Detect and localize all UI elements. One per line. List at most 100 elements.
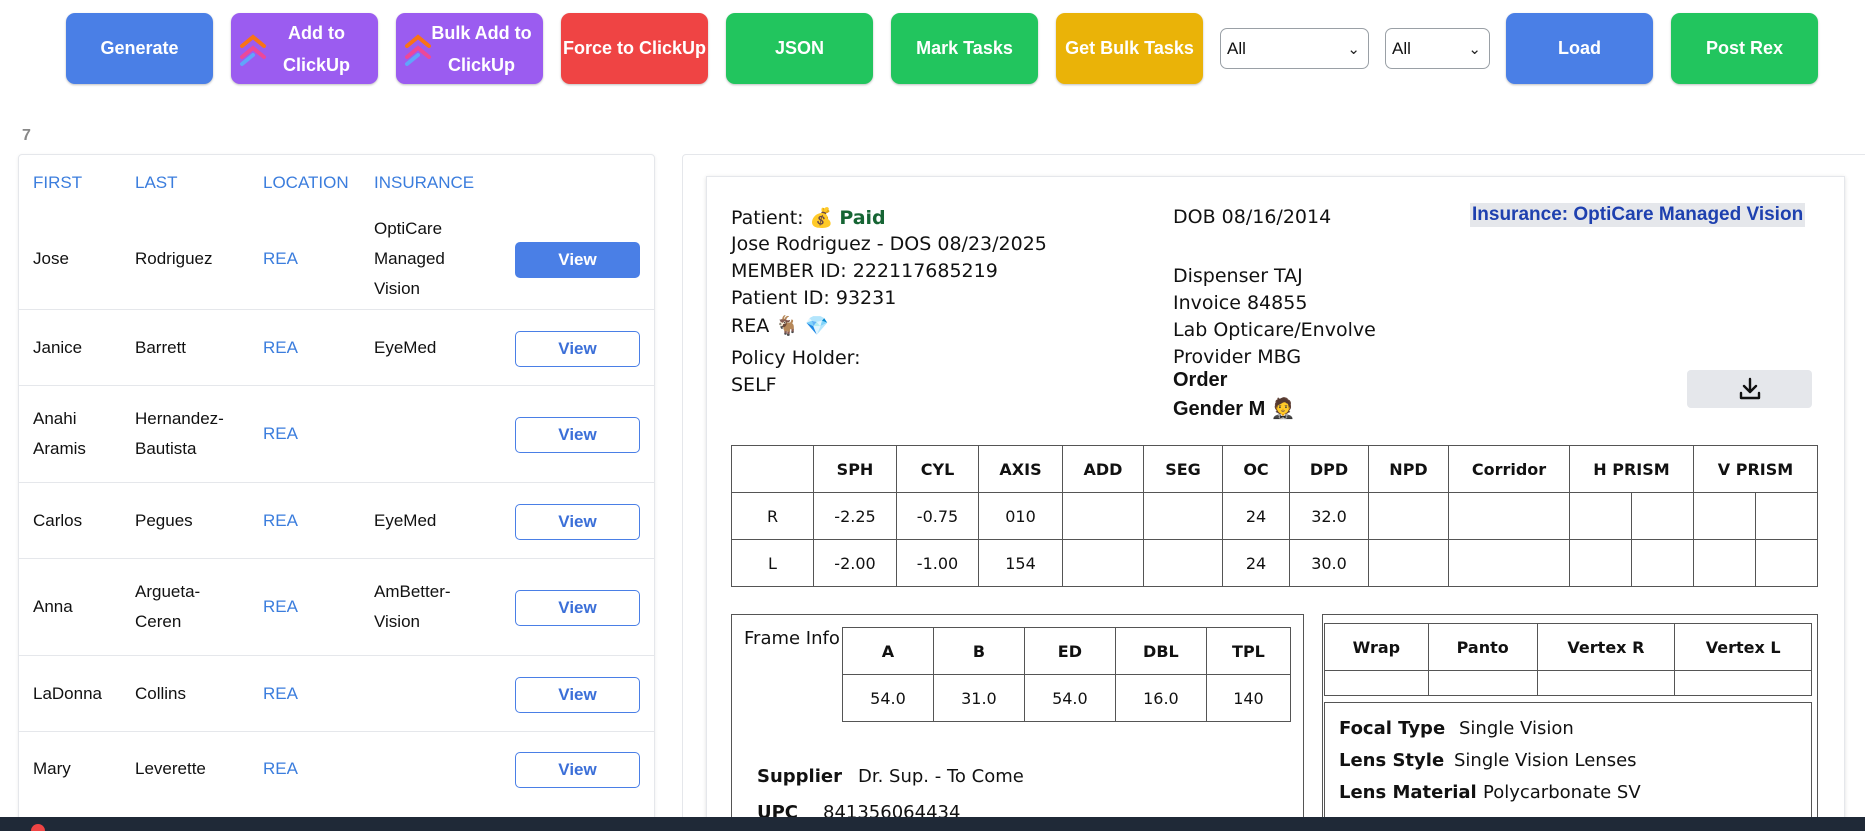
rx-header-cyl: CYL [896, 445, 979, 493]
dispenser: Dispenser TAJ [1173, 265, 1303, 287]
view-button[interactable]: View [515, 752, 640, 788]
first-name: Carlos [33, 511, 83, 530]
generate-button[interactable]: Generate [66, 13, 213, 84]
lens-style: Single Vision Lenses [1454, 750, 1637, 771]
last-name: Rodriguez [135, 249, 213, 268]
rx-h-prism-2 [1631, 539, 1694, 587]
table-row[interactable]: LaDonna Collins REA View [19, 656, 654, 732]
rx-header-dpd: DPD [1289, 445, 1369, 493]
vertex-r-value [1536, 670, 1676, 696]
location: REA [263, 424, 298, 443]
first-name: Anna [33, 597, 73, 616]
rx-row-left: L -2.00 -1.00 154 24 30.0 [731, 539, 1818, 587]
view-button[interactable]: View [515, 677, 640, 713]
wrap-table: Wrap Panto Vertex R Vertex L [1324, 623, 1812, 696]
force-to-clickup-button[interactable]: Force to ClickUp [561, 13, 708, 84]
get-bulk-tasks-button[interactable]: Get Bulk Tasks [1056, 13, 1203, 84]
filter-select-1[interactable]: All ⌄ [1220, 28, 1369, 69]
first-name: Mary [33, 759, 71, 778]
rx-npd [1368, 539, 1449, 587]
gender: Gender M 🤵 [1173, 398, 1296, 420]
filter-select-1-value: All [1227, 38, 1246, 58]
rx-corridor [1448, 492, 1570, 540]
rx-dpd: 30.0 [1289, 539, 1369, 587]
load-button[interactable]: Load [1506, 13, 1653, 84]
frame-a: 54.0 [842, 674, 934, 722]
view-button[interactable]: View [515, 331, 640, 367]
table-row[interactable]: Anahi Aramis Hernandez- Bautista REA Vie… [19, 386, 654, 483]
insurance: EyeMed [374, 511, 437, 530]
last-name: Leverette [135, 759, 206, 778]
rx-h-prism-1 [1569, 539, 1632, 587]
header-insurance: INSURANCE [374, 173, 475, 192]
insurance-label: Insurance: OptiCare Managed Vision [1470, 203, 1806, 227]
taskbar-app-icon[interactable] [31, 824, 45, 831]
rx-header-row: SPH CYL AXIS ADD SEG OC DPD NPD Corridor… [731, 445, 1818, 493]
rx-eye: R [731, 492, 814, 540]
download-button[interactable] [1687, 370, 1812, 408]
header-location: LOCATION [263, 173, 349, 192]
frame-b: 31.0 [932, 674, 1025, 722]
focal-type: Single Vision [1459, 718, 1574, 739]
toolbar: Generate Add to ClickUp Bulk Add to Clic… [0, 0, 1865, 100]
insurance-line2: Vision [374, 612, 420, 631]
bulk-add-to-clickup-button[interactable]: Bulk Add to ClickUp [396, 13, 543, 84]
location: REA [263, 684, 298, 703]
insurance-line1: AmBetter- [374, 582, 451, 601]
last-name: Collins [135, 684, 187, 703]
record-count: 7 [22, 127, 31, 144]
rx-header-seg: SEG [1143, 445, 1223, 493]
rx-header-axis: AXIS [978, 445, 1063, 493]
wrap-header: Wrap [1324, 623, 1429, 671]
chevron-down-icon: ⌄ [1468, 40, 1481, 58]
clickup-logo-icon [405, 34, 431, 66]
policy-holder-label: Policy Holder: [731, 347, 861, 369]
rx-v-prism-1 [1693, 492, 1756, 540]
frame-table: A B ED DBL TPL 54.0 31.0 54.0 16.0 140 [842, 627, 1292, 722]
last-name-line1: Hernandez- [135, 409, 224, 428]
last-name-line2: Ceren [135, 612, 182, 631]
rx-sph: -2.25 [813, 492, 897, 540]
table-row[interactable]: Anna Argueta- Ceren REA AmBetter- Vision… [19, 559, 654, 656]
filter-select-2-value: All [1392, 38, 1411, 58]
vertex-r-header: Vertex R [1536, 623, 1676, 671]
frame-dbl: 16.0 [1114, 674, 1207, 722]
patient-name-dos: Jose Rodriguez - DOS 08/23/2025 [731, 233, 1047, 255]
invoice: Invoice 84855 [1173, 292, 1308, 314]
rx-corridor [1448, 539, 1570, 587]
rx-v-prism-1 [1693, 539, 1756, 587]
rx-add [1062, 539, 1144, 587]
location: REA [263, 511, 298, 530]
filter-select-2[interactable]: All ⌄ [1385, 28, 1490, 69]
view-button[interactable]: View [515, 417, 640, 453]
lab: Lab Opticare/Envolve [1173, 319, 1376, 341]
lens-style-label: Lens Style [1339, 750, 1445, 771]
table-row[interactable]: Jose Rodriguez REA OptiCare Managed Visi… [19, 208, 654, 310]
dob: DOB 08/16/2014 [1173, 206, 1332, 228]
mark-tasks-button[interactable]: Mark Tasks [891, 13, 1038, 84]
first-name: LaDonna [33, 684, 103, 703]
rx-table: SPH CYL AXIS ADD SEG OC DPD NPD Corridor… [731, 445, 1818, 587]
rx-row-right: R -2.25 -0.75 010 24 32.0 [731, 492, 1818, 540]
table-row[interactable]: Janice Barrett REA EyeMed View [19, 310, 654, 386]
json-button[interactable]: JSON [726, 13, 873, 84]
wrap-value-row [1324, 670, 1812, 696]
table-row[interactable]: Carlos Pegues REA EyeMed View [19, 483, 654, 559]
add-to-clickup-button[interactable]: Add to ClickUp [231, 13, 378, 84]
patient-list: FIRST LAST LOCATION INSURANCE Jose Rodri… [18, 154, 655, 831]
rx-header [731, 445, 814, 493]
view-button[interactable]: View [515, 590, 640, 626]
clickup-logo-icon [240, 34, 266, 66]
rx-dpd: 32.0 [1289, 492, 1369, 540]
rx-header-h-prism: H PRISM [1569, 445, 1694, 493]
rx-axis: 154 [978, 539, 1063, 587]
insurance-line1: OptiCare [374, 219, 443, 238]
last-name-line1: Argueta- [135, 582, 201, 601]
table-row[interactable]: Mary Leverette REA View [19, 732, 654, 808]
view-button[interactable]: View [515, 242, 640, 278]
view-button[interactable]: View [515, 504, 640, 540]
rx-v-prism-2 [1755, 492, 1818, 540]
add-to-clickup-line1: Add to [288, 22, 345, 43]
rx-npd [1368, 492, 1449, 540]
post-rex-button[interactable]: Post Rex [1671, 13, 1818, 84]
